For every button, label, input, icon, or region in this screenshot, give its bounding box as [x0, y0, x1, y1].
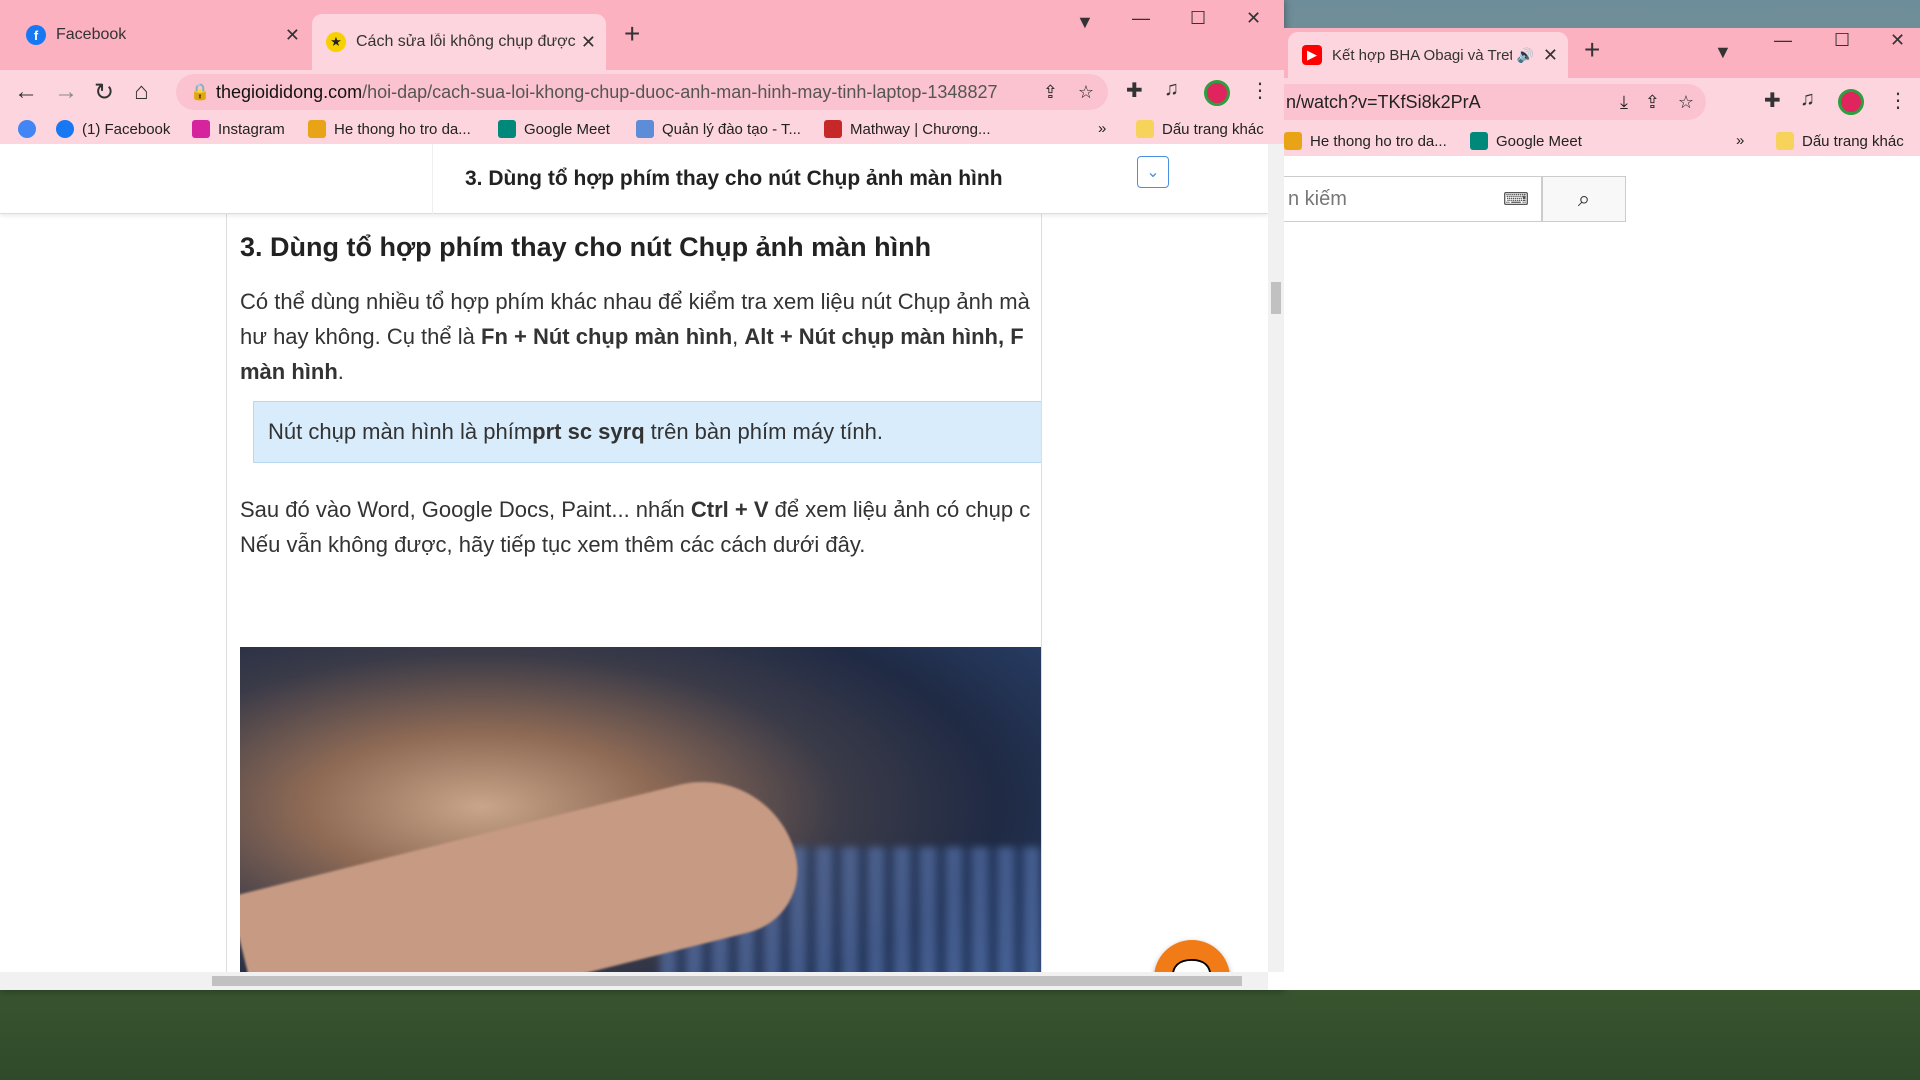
- bookmark-google-meet[interactable]: Google Meet: [1470, 132, 1582, 150]
- paragraph-line: hư hay không. Cụ thể là Fn + Nút chụp mà…: [240, 324, 1024, 349]
- reload-icon[interactable]: ↻: [94, 78, 114, 107]
- maximize-button[interactable]: ☐: [1190, 8, 1206, 29]
- chat-support-button[interactable]: 💬: [1154, 940, 1230, 972]
- facebook-icon: [56, 120, 74, 138]
- share-icon[interactable]: ⇪: [1043, 82, 1058, 103]
- bookmark-he-thong[interactable]: He thong ho tro da...: [308, 120, 471, 138]
- page-content: 3. Dùng tổ hợp phím thay cho nút Chụp ản…: [0, 144, 1268, 972]
- lock-icon: 🔒: [190, 84, 210, 101]
- other-bookmarks-folder[interactable]: Dấu trang khác: [1136, 120, 1264, 138]
- address-bar[interactable]: n/watch?v=TKfSi8k2PrA ⤓ ⇪ ☆: [1284, 84, 1706, 120]
- close-tab-icon[interactable]: ✕: [581, 32, 596, 53]
- tab-youtube-video[interactable]: ▶ Kết hợp BHA Obagi và Tretin 🔊 ✕: [1288, 32, 1568, 78]
- back-icon[interactable]: ←: [14, 78, 38, 106]
- search-input[interactable]: n kiếm ⌨: [1284, 176, 1542, 222]
- bookmark-star-icon[interactable]: ☆: [1678, 92, 1694, 113]
- tab-search-icon[interactable]: ▼: [1076, 12, 1094, 33]
- tab-cach-sua-loi[interactable]: ★ Cách sửa lỗi không chụp được ản ✕: [312, 14, 606, 70]
- facebook-icon: f: [26, 25, 46, 45]
- paragraph-line: Sau đó vào Word, Google Docs, Paint... n…: [240, 497, 1031, 522]
- menu-icon[interactable]: ⋮: [1250, 78, 1270, 103]
- youtube-icon: ▶: [1302, 45, 1322, 65]
- tab-strip: f Facebook ✕ ★ Cách sửa lỗi không chụp đ…: [0, 0, 1284, 144]
- close-window-button[interactable]: ✕: [1890, 30, 1905, 51]
- document-icon: [636, 120, 654, 138]
- bookmarks-overflow-button[interactable]: »: [1098, 120, 1106, 137]
- bookmarks-bar: He thong ho tro da... Google Meet » Dấu …: [1284, 126, 1920, 156]
- vertical-scrollbar[interactable]: [1268, 144, 1284, 972]
- menu-icon[interactable]: ⋮: [1888, 88, 1908, 113]
- audio-playing-icon[interactable]: 🔊: [1517, 47, 1534, 64]
- browser-window-thegioididong: f Facebook ✕ ★ Cách sửa lỗi không chụp đ…: [0, 0, 1284, 990]
- new-tab-button[interactable]: +: [1584, 34, 1600, 66]
- tab-strip: ▶ Kết hợp BHA Obagi và Tretin 🔊 ✕ + ▼ — …: [1284, 28, 1920, 78]
- note-box: Nút chụp màn hình là phím prt sc syrq tr…: [253, 401, 1041, 463]
- media-control-icon[interactable]: ♫: [1800, 88, 1815, 111]
- mit-icon: [308, 120, 326, 138]
- new-tab-button[interactable]: +: [624, 18, 640, 50]
- toc-current-heading[interactable]: 3. Dùng tổ hợp phím thay cho nút Chụp ản…: [432, 144, 1172, 214]
- tab-facebook[interactable]: f Facebook ✕: [12, 14, 310, 56]
- search-icon: ⌕: [1577, 186, 1591, 211]
- google-meet-icon: [1470, 132, 1488, 150]
- paragraph-line: Nếu vẫn không được, hãy tiếp tục xem thê…: [240, 532, 866, 557]
- article-image: [240, 647, 1041, 972]
- bookmarks-overflow-button[interactable]: »: [1736, 132, 1744, 149]
- other-bookmarks-folder[interactable]: Dấu trang khác: [1776, 132, 1904, 150]
- folder-icon: [1776, 132, 1794, 150]
- bookmark-google-meet[interactable]: Google Meet: [498, 120, 610, 138]
- close-tab-icon[interactable]: ✕: [1543, 45, 1558, 66]
- article-body: 3. Dùng tổ hợp phím thay cho nút Chụp ản…: [226, 214, 1042, 972]
- browser-toolbar: ← → ↻ ⌂ 🔒 thegioididong.com/hoi-dap/cach…: [0, 70, 1284, 114]
- folder-icon: [1136, 120, 1154, 138]
- forward-icon[interactable]: →: [54, 78, 78, 106]
- scrollbar-thumb[interactable]: [212, 976, 1242, 986]
- home-icon[interactable]: ⌂: [134, 78, 149, 106]
- bookmark-quan-ly[interactable]: Quản lý đào tạo - T...: [636, 120, 801, 138]
- minimize-button[interactable]: —: [1774, 30, 1792, 51]
- browser-toolbar: n/watch?v=TKfSi8k2PrA ⤓ ⇪ ☆ ✚ ♫ ⋮: [1284, 78, 1920, 126]
- instagram-icon: [192, 120, 210, 138]
- toc-expand-button[interactable]: ⌄: [1137, 156, 1169, 188]
- section-heading: 3. Dùng tổ hợp phím thay cho nút Chụp ản…: [240, 232, 932, 262]
- bookmark-star-icon[interactable]: ☆: [1078, 82, 1094, 103]
- bookmark-facebook[interactable]: (1) Facebook: [56, 120, 170, 138]
- bookmarks-bar: (1) Facebook Instagram He thong ho tro d…: [0, 114, 1284, 144]
- close-tab-icon[interactable]: ✕: [285, 25, 300, 46]
- sticky-toc-bar: 3. Dùng tổ hợp phím thay cho nút Chụp ản…: [0, 144, 1268, 214]
- media-control-icon[interactable]: ♫: [1164, 78, 1179, 101]
- mit-icon: [1284, 132, 1302, 150]
- keyboard-icon[interactable]: ⌨: [1503, 189, 1529, 210]
- extensions-icon[interactable]: ✚: [1126, 78, 1143, 103]
- horizontal-scrollbar[interactable]: [0, 972, 1268, 990]
- maximize-button[interactable]: ☐: [1834, 30, 1850, 51]
- bookmark-he-thong[interactable]: He thong ho tro da...: [1284, 132, 1447, 150]
- extensions-icon[interactable]: ✚: [1764, 88, 1781, 113]
- mathway-icon: [824, 120, 842, 138]
- paragraph-line: Có thể dùng nhiều tổ hợp phím khác nhau …: [240, 289, 1030, 314]
- profile-icon[interactable]: [1838, 89, 1864, 115]
- google-meet-icon: [498, 120, 516, 138]
- minimize-button[interactable]: —: [1132, 8, 1150, 29]
- share-icon[interactable]: ⇪: [1645, 92, 1660, 113]
- google-icon[interactable]: [18, 120, 44, 138]
- youtube-header: n kiếm ⌨ ⌕: [1284, 156, 1920, 228]
- tab-search-icon[interactable]: ▼: [1714, 42, 1732, 63]
- profile-icon[interactable]: [1204, 80, 1230, 106]
- browser-window-youtube: ▶ Kết hợp BHA Obagi và Tretin 🔊 ✕ + ▼ — …: [1284, 28, 1920, 990]
- address-bar[interactable]: 🔒 thegioididong.com/hoi-dap/cach-sua-loi…: [176, 74, 1108, 110]
- paragraph-line: màn hình.: [240, 359, 344, 384]
- thegioididong-icon: ★: [326, 32, 346, 52]
- search-button[interactable]: ⌕: [1542, 176, 1626, 222]
- bookmark-instagram[interactable]: Instagram: [192, 120, 285, 138]
- bookmark-mathway[interactable]: Mathway | Chương...: [824, 120, 991, 138]
- install-icon[interactable]: ⤓: [1620, 92, 1628, 113]
- close-window-button[interactable]: ✕: [1246, 8, 1261, 29]
- scrollbar-thumb[interactable]: [1271, 282, 1281, 314]
